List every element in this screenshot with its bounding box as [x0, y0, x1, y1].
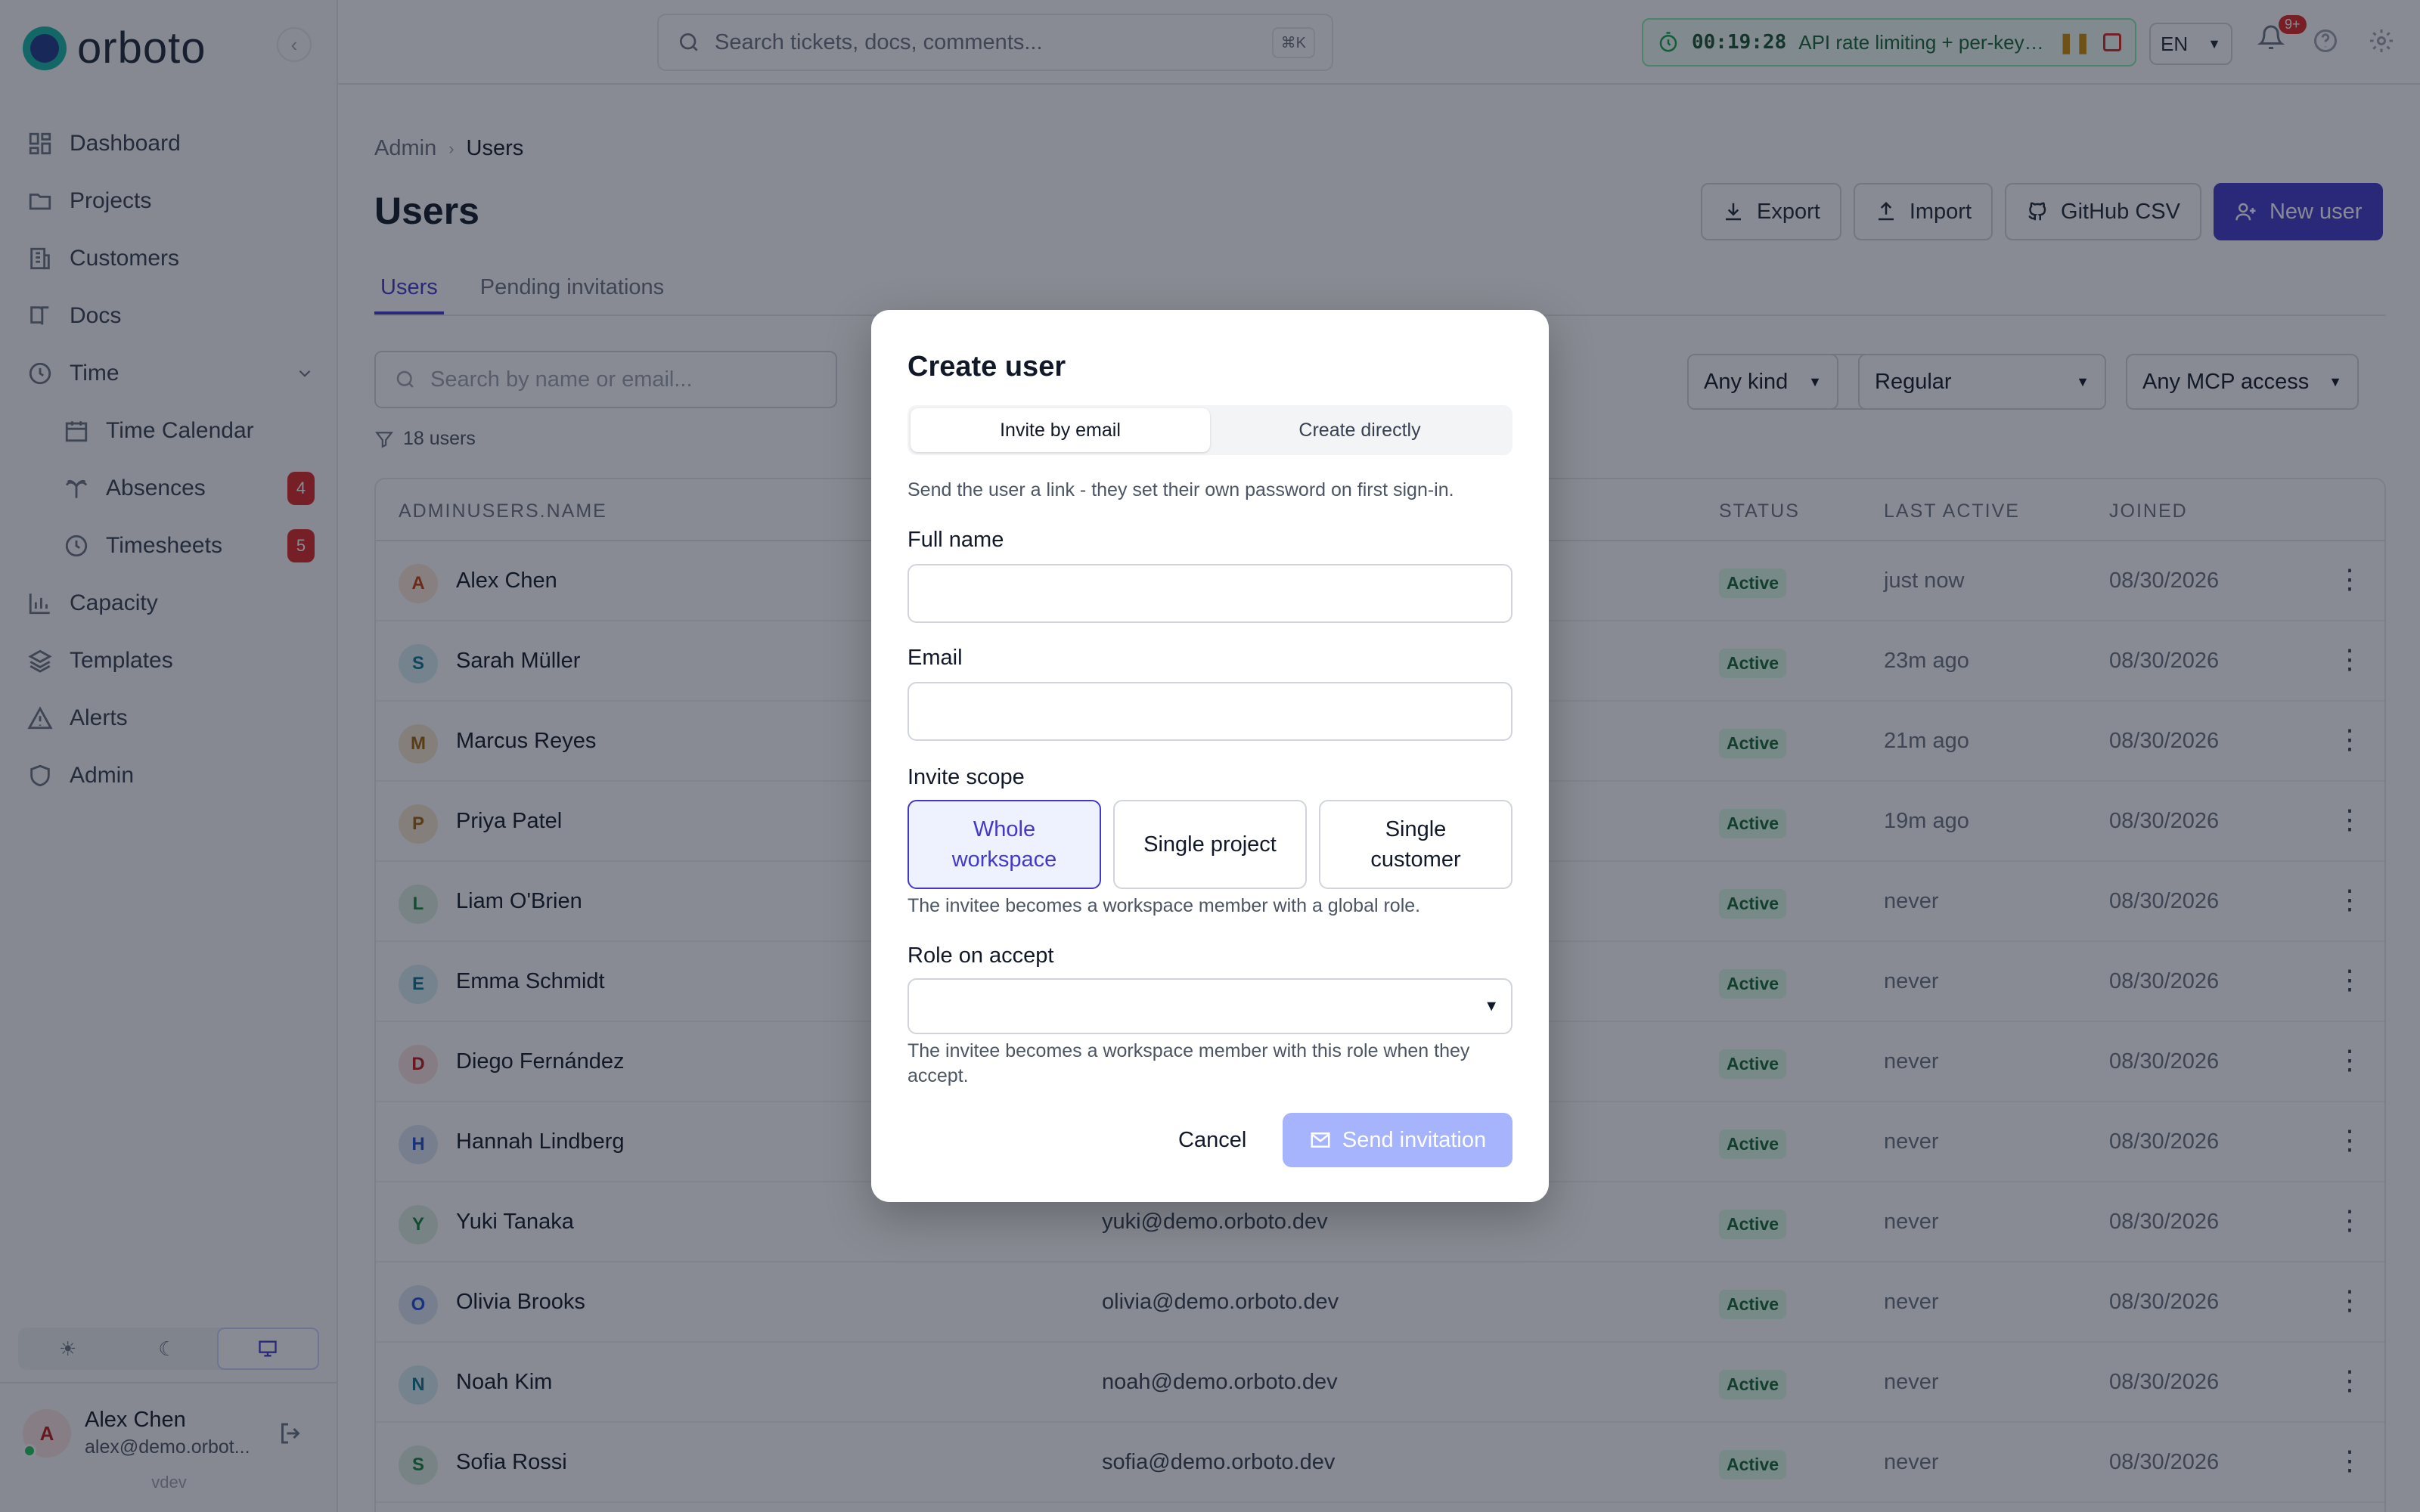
cancel-label: Cancel	[1178, 1128, 1247, 1152]
create-mode-toggle: Invite by email Create directly	[908, 405, 1512, 455]
role-hint: The invitee becomes a workspace member w…	[908, 1040, 1470, 1086]
email-input[interactable]	[908, 682, 1512, 741]
full-name-label: Full name	[908, 528, 1004, 552]
scope-whole-workspace[interactable]: Whole workspace	[908, 800, 1101, 889]
send-invitation-button[interactable]: Send invitation	[1283, 1113, 1512, 1167]
dialog-description: Send the user a link - they set their ow…	[908, 479, 1454, 500]
role-on-accept-select[interactable]: ▼	[908, 978, 1512, 1034]
mail-icon	[1311, 1132, 1330, 1148]
scope-single-project[interactable]: Single project	[1113, 800, 1307, 889]
cancel-button[interactable]: Cancel	[1178, 1113, 1246, 1167]
email-label: Email	[908, 646, 963, 670]
dialog-title: Create user	[908, 351, 1066, 383]
create-directly-tab[interactable]: Create directly	[1210, 408, 1509, 452]
scope-single-customer[interactable]: Single customer	[1319, 800, 1512, 889]
invite-scope-options: Whole workspace Single project Single cu…	[908, 800, 1512, 889]
full-name-input[interactable]	[908, 564, 1512, 623]
invite-scope-label: Invite scope	[908, 765, 1025, 789]
invite-by-email-tab[interactable]: Invite by email	[911, 408, 1210, 452]
send-invitation-label: Send invitation	[1342, 1127, 1487, 1152]
scope-hint: The invitee becomes a workspace member w…	[908, 895, 1421, 916]
role-on-accept-label: Role on accept	[908, 943, 1054, 968]
create-user-dialog: Create user Invite by email Create direc…	[871, 310, 1549, 1202]
chevron-down-icon: ▼	[1484, 997, 1499, 1015]
